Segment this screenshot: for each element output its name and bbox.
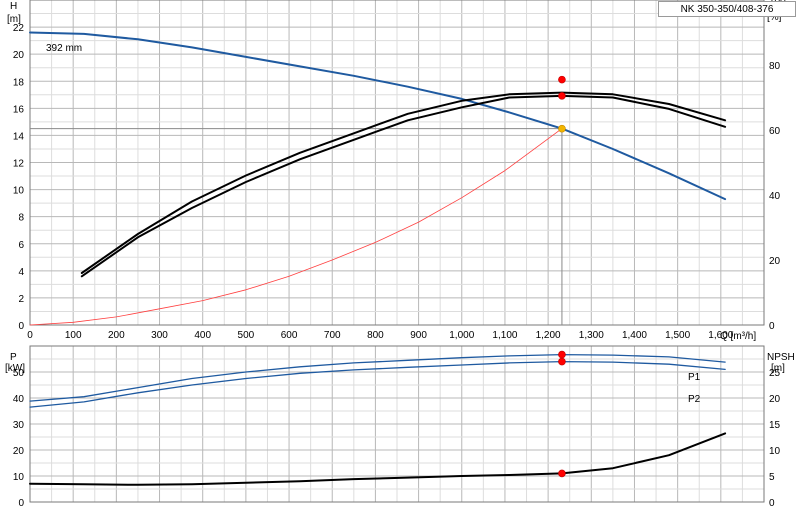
power-tick-label: 50: [13, 368, 25, 379]
head-tick-label: 10: [13, 186, 25, 197]
x-tick-label: 1,300: [579, 330, 604, 341]
head-tick-label: 14: [13, 131, 25, 142]
x-tick-label: 800: [367, 330, 384, 341]
x-tick-label: 600: [281, 330, 298, 341]
x-tick-label: 1,500: [665, 330, 690, 341]
x-tick-label: 400: [194, 330, 211, 341]
head-tick-label: 4: [18, 267, 24, 278]
eta-tick-label: 0: [769, 321, 775, 332]
x-tick-label: 900: [410, 330, 427, 341]
duty-point-marker: [558, 92, 566, 100]
head-curve: [29, 31, 727, 201]
duty-point-marker: [558, 350, 566, 359]
curves: [29, 31, 727, 486]
x-tick-label: 1,600: [708, 330, 733, 341]
pump-model-label: NK 350-350/408-376: [658, 1, 796, 17]
head-tick-label: 20: [13, 50, 25, 61]
system-curve: [29, 128, 563, 326]
duty-point-marker: [558, 124, 566, 133]
p2-power-curve: [29, 360, 726, 408]
power-axis-title: P: [10, 352, 17, 363]
x-tick-label: 200: [108, 330, 125, 341]
p1-power-curve: [29, 353, 726, 402]
x-tick-label: 100: [65, 330, 82, 341]
power-tick-label: 20: [13, 446, 25, 457]
power-tick-label: 0: [18, 498, 24, 509]
npsh-curve: [29, 432, 727, 486]
npsh-tick-label: 15: [769, 420, 781, 431]
head-tick-label: 12: [13, 159, 25, 170]
eta-tick-label: 20: [769, 256, 781, 267]
power-tick-label: 30: [13, 420, 25, 431]
head-axis-title: H: [10, 1, 17, 12]
head-tick-label: 0: [18, 321, 24, 332]
x-tick-label: 500: [238, 330, 255, 341]
efficiency-curve: [80, 91, 727, 274]
npsh-tick-label: 10: [769, 446, 781, 457]
eta-tick-label: 40: [769, 191, 781, 202]
eta-tick-label: 60: [769, 126, 781, 137]
x-tick-label: 300: [151, 330, 168, 341]
pump-performance-chart: H [m] eta [%] Q [m³/h] P [kW] NPSH [m] 3…: [5, 0, 795, 509]
power-tick-label: 10: [13, 472, 25, 483]
duty-point-marker: [558, 357, 566, 366]
tick-labels: 0 100 200 300 400 500 600 700 800 900 1,000 1,100 1,…: [13, 0, 786, 509]
head-tick-label: 8: [18, 213, 24, 224]
npsh-tick-label: 25: [769, 368, 781, 379]
eta-tick-label: 80: [769, 61, 781, 72]
npsh-tick-label: 20: [769, 394, 781, 405]
head-tick-label: 16: [13, 104, 25, 115]
p2-series-label: P2: [688, 394, 701, 405]
p1-series-label: P1: [688, 372, 701, 383]
head-tick-label: 2: [18, 294, 24, 305]
impeller-diameter-label: 392 mm: [46, 43, 82, 54]
npsh-tick-label: 5: [769, 472, 775, 483]
npsh-tick-label: 0: [769, 498, 775, 509]
head-tick-label: 22: [13, 23, 25, 34]
grid: [29, 0, 765, 503]
head-tick-label: 18: [13, 77, 25, 88]
head-tick-label: 6: [18, 240, 24, 251]
x-tick-label: 700: [324, 330, 341, 341]
power-tick-label: 40: [13, 394, 25, 405]
duty-point-marker: [558, 75, 566, 84]
x-tick-label: 1,400: [622, 330, 647, 341]
x-tick-label: 0: [27, 330, 33, 341]
duty-point-marker: [558, 469, 566, 478]
efficiency-curve: [80, 94, 727, 278]
x-tick-label: 1,000: [449, 330, 474, 341]
npsh-axis-title: NPSH: [767, 352, 795, 363]
x-tick-label: 1,200: [536, 330, 561, 341]
x-tick-label: 1,100: [492, 330, 517, 341]
